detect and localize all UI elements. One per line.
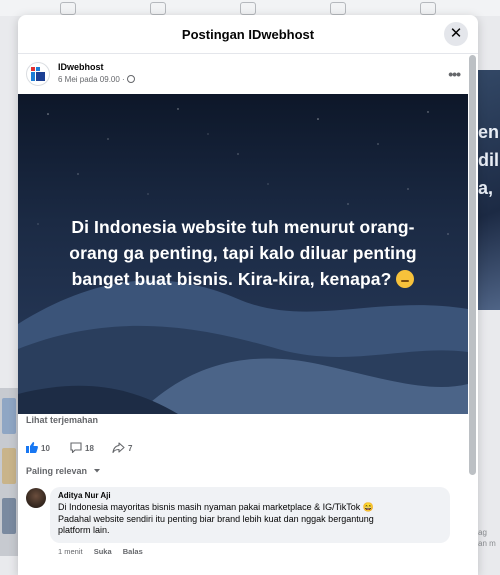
post-modal: Postingan IDwebhost ✕ IDwebhost 6 Mei pa…	[18, 15, 478, 575]
image-text-line: Di Indonesia website tuh menurut orang-	[71, 217, 415, 237]
more-icon: •••	[448, 66, 461, 82]
comment-text-line: platform lain.	[58, 525, 110, 535]
post-timestamp[interactable]: 6 Mei pada 09.00 ·	[58, 75, 135, 84]
background-text: an m	[478, 539, 496, 548]
background-nav-bar	[0, 0, 500, 16]
chevron-down-icon	[93, 469, 100, 473]
share-count: 7	[128, 444, 133, 453]
idwebhost-logo-icon	[31, 67, 45, 81]
comment-time[interactable]: 1 menit	[58, 547, 83, 556]
comment-text-line: Padahal website sendiri itu penting biar…	[58, 513, 374, 524]
comment-button[interactable]: 18	[70, 442, 94, 455]
post-header: IDwebhost 6 Mei pada 09.00 · •••	[18, 54, 478, 95]
comment-author[interactable]: Aditya Nur Aji	[58, 491, 442, 500]
like-count: 10	[41, 444, 50, 453]
comment-icon	[70, 442, 82, 454]
modal-title: Postingan IDwebhost	[181, 27, 315, 42]
commenter-avatar[interactable]	[26, 488, 46, 508]
background-thumbnail	[2, 398, 16, 434]
background-text: ag	[478, 528, 487, 537]
image-text-line: banget buat bisnis. Kira-kira, kenapa?	[71, 269, 392, 289]
close-button[interactable]: ✕	[444, 22, 468, 46]
sort-label: Paling relevan	[26, 466, 88, 476]
background-left-column	[0, 388, 19, 556]
like-icon	[26, 442, 38, 453]
video-icon	[150, 2, 166, 15]
post-image-text: Di Indonesia website tuh menurut orang- …	[38, 214, 448, 292]
like-reaction[interactable]: 10	[26, 442, 50, 455]
feed-icon	[330, 2, 346, 15]
home-icon	[60, 2, 76, 15]
modal-header: Postingan IDwebhost ✕	[18, 15, 478, 54]
background-side-text: ag an m	[478, 527, 496, 549]
more-options-button[interactable]: •••	[448, 66, 461, 82]
post-image[interactable]: Di Indonesia website tuh menurut orang- …	[18, 94, 468, 414]
comment-actions: 1 menit Suka Balas	[58, 547, 152, 556]
page-name-link[interactable]: IDwebhost	[58, 62, 104, 72]
comment-like-button[interactable]: Suka	[94, 547, 112, 556]
share-icon	[112, 442, 125, 454]
background-thumbnail	[2, 498, 16, 534]
share-button[interactable]: 7	[112, 442, 132, 455]
comment-count: 18	[85, 444, 94, 453]
post-meta-text: 6 Mei pada 09.00 ·	[58, 75, 125, 84]
thinking-face-icon	[396, 270, 415, 288]
background-thumbnail	[2, 448, 16, 484]
marketplace-icon	[240, 2, 256, 15]
comment-text: Di Indonesia mayoritas bisnis masih nyam…	[58, 502, 442, 537]
image-text-line-last: banget buat bisnis. Kira-kira, kenapa?	[38, 266, 448, 292]
close-icon: ✕	[449, 25, 463, 42]
image-text-line: orang ga penting, tapi kalo diluar penti…	[69, 243, 417, 263]
see-translation-link[interactable]: Lihat terjemahan	[26, 415, 98, 425]
globe-icon	[126, 75, 135, 83]
gaming-icon	[420, 2, 436, 15]
comment-text-line: Di Indonesia mayoritas bisnis masih nyam…	[58, 502, 374, 512]
comment-sort-dropdown[interactable]: Paling relevan	[26, 466, 101, 476]
modal-scrollbar[interactable]	[469, 55, 476, 475]
comment-bubble: Aditya Nur Aji Di Indonesia mayoritas bi…	[50, 487, 450, 543]
comment-reply-button[interactable]: Balas	[123, 547, 143, 556]
page-avatar[interactable]	[26, 62, 50, 86]
